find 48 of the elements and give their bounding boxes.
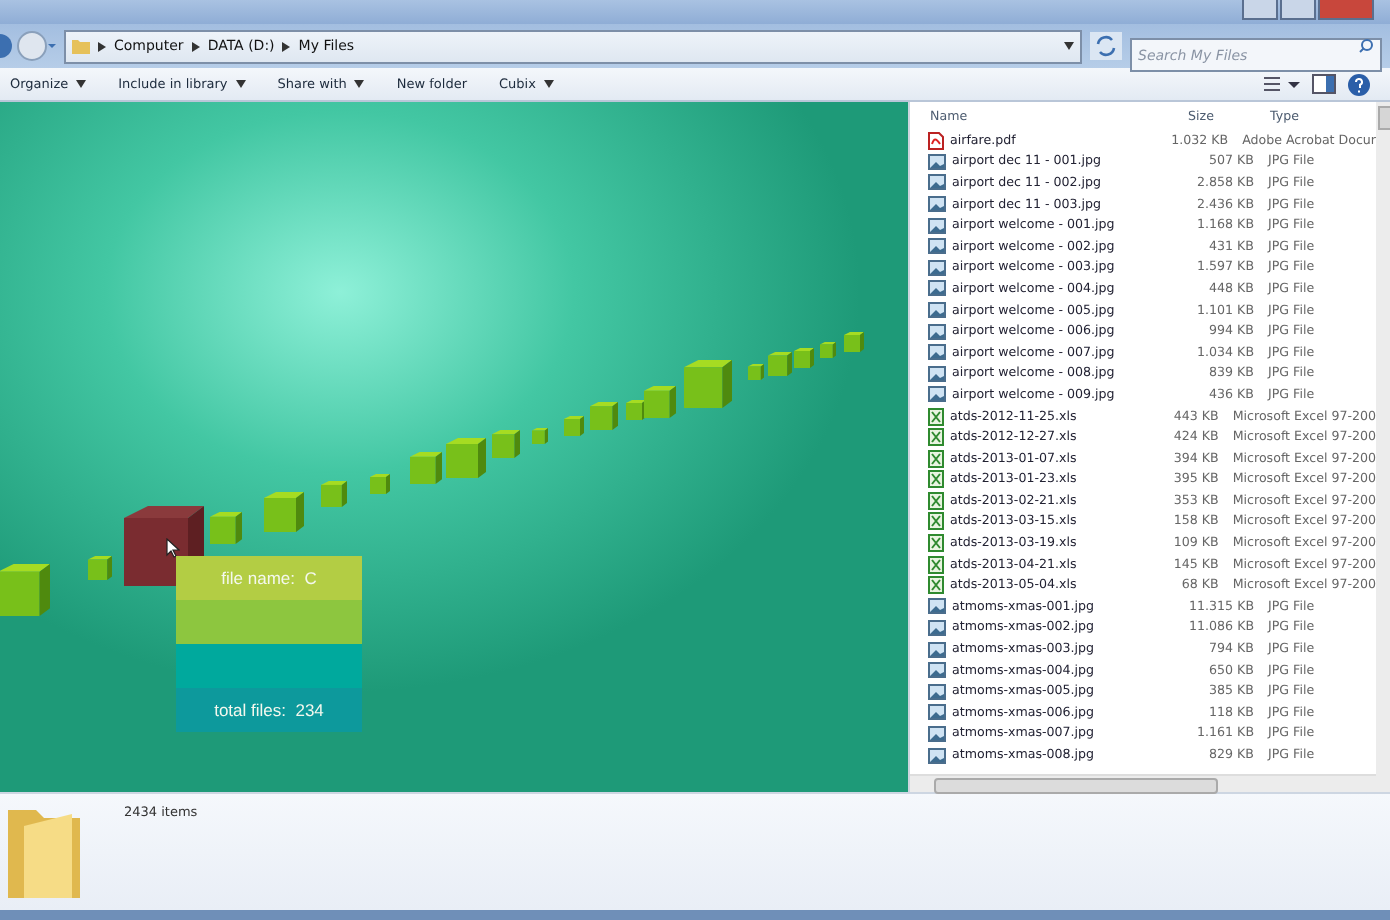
image-file-icon — [928, 196, 947, 213]
image-file-icon — [928, 386, 947, 403]
horizontal-scrollbar[interactable] — [910, 774, 1377, 792]
spreadsheet-file-icon — [928, 576, 945, 595]
spreadsheet-file-icon — [928, 491, 945, 510]
image-file-icon — [928, 747, 947, 764]
spreadsheet-file-icon — [928, 470, 945, 489]
spreadsheet-file-icon — [928, 512, 945, 531]
image-file-icon — [928, 662, 947, 679]
tooltip-file-name: file name: C — [176, 556, 362, 600]
image-file-icon — [928, 683, 947, 700]
image-file-icon — [928, 725, 947, 742]
refresh-icon[interactable] — [1090, 32, 1122, 60]
dropdown-icon[interactable] — [1064, 42, 1074, 50]
image-file-icon — [928, 280, 947, 297]
spreadsheet-file-icon — [928, 407, 945, 426]
mouse-cursor-icon — [166, 538, 180, 558]
chevron-right-icon — [282, 41, 291, 51]
image-file-icon — [928, 323, 947, 340]
image-file-icon — [928, 598, 947, 615]
folder-icon — [72, 38, 90, 54]
help-icon[interactable] — [1348, 73, 1370, 95]
image-file-icon — [928, 704, 947, 721]
image-file-icon — [928, 365, 947, 382]
view-options-icon[interactable] — [1264, 74, 1300, 94]
spreadsheet-file-icon — [928, 534, 945, 553]
minimize-button[interactable] — [1242, 0, 1278, 20]
image-file-icon — [928, 619, 947, 636]
preview-pane-icon[interactable] — [1312, 74, 1336, 94]
image-file-icon — [928, 641, 947, 658]
spreadsheet-file-icon — [928, 428, 945, 447]
chevron-right-icon — [98, 41, 106, 51]
maximize-button[interactable] — [1280, 0, 1316, 20]
spreadsheet-file-icon — [928, 449, 945, 468]
chevron-right-icon — [191, 41, 200, 51]
vertical-scrollbar[interactable] — [1376, 102, 1390, 792]
search-icon — [1358, 38, 1374, 54]
image-file-icon — [928, 174, 947, 191]
spreadsheet-file-icon — [928, 555, 945, 574]
image-file-icon — [928, 344, 947, 361]
back-forward-icon[interactable] — [0, 30, 56, 62]
tooltip-total-files: total files: 234 — [176, 688, 362, 732]
pdf-file-icon — [928, 131, 945, 150]
image-file-icon — [928, 259, 947, 276]
image-file-icon — [928, 238, 947, 255]
image-file-icon — [928, 302, 947, 319]
image-file-icon — [928, 153, 947, 170]
image-file-icon — [928, 217, 947, 234]
